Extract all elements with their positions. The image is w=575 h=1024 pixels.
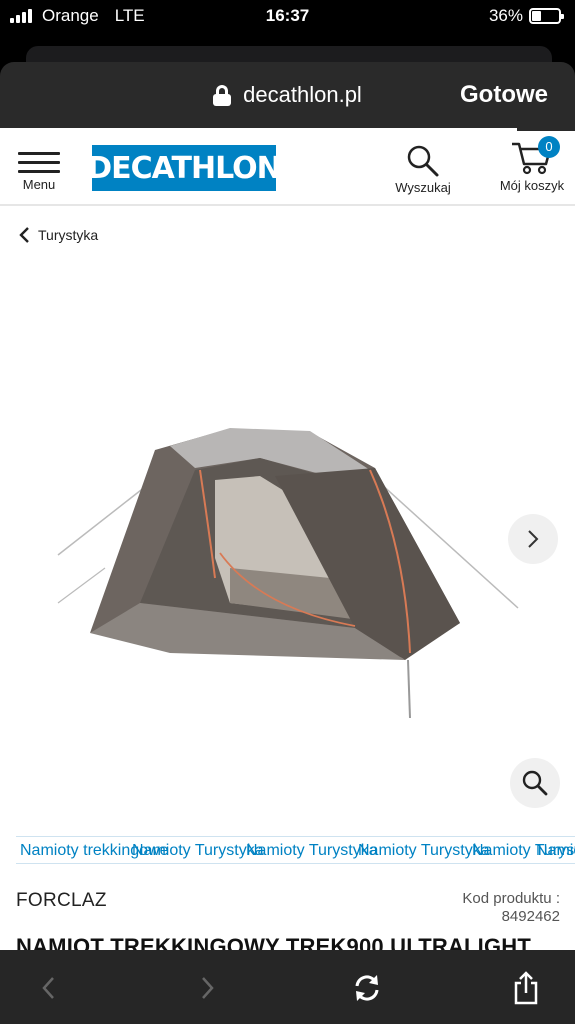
- decathlon-logo[interactable]: DECATHLON: [87, 145, 282, 191]
- thumbnail-strip[interactable]: Namioty trekkingowe Namioty Turystyka Na…: [16, 836, 575, 864]
- next-image-button[interactable]: [508, 514, 558, 564]
- chevron-left-icon: [19, 227, 29, 243]
- reload-button[interactable]: [347, 968, 387, 1008]
- share-icon: [514, 971, 538, 1005]
- chevron-left-icon: [42, 977, 54, 999]
- thumbnail-link[interactable]: Namioty Turystyka: [132, 842, 264, 860]
- browser-bar: decathlon.pl Gotowe: [0, 62, 575, 128]
- forward-button[interactable]: [188, 968, 228, 1008]
- zoom-button[interactable]: [510, 758, 560, 808]
- browser-toolbar: [0, 950, 575, 1024]
- status-right: 36%: [488, 6, 564, 26]
- thumbnail-link[interactable]: Namioty Turystyka: [358, 842, 490, 860]
- web-page: Menu DECATHLON Wyszukaj 0 Mój koszyk Tur…: [0, 128, 575, 950]
- done-button[interactable]: Gotowe: [460, 81, 548, 109]
- battery-percent: 36%: [488, 6, 523, 25]
- product-brand[interactable]: FORCLAZ: [16, 890, 107, 912]
- status-bar: Orange LTE 16:37 36%: [0, 0, 575, 34]
- chevron-right-icon: [202, 977, 214, 999]
- product-image[interactable]: [30, 398, 530, 718]
- reload-icon: [355, 975, 379, 1001]
- cart-count-badge: 0: [538, 136, 560, 158]
- thumbnail-link[interactable]: Namioty Turystyka: [536, 842, 575, 860]
- product-code-value: 8492462: [501, 908, 560, 925]
- search-label: Wyszukaj: [395, 180, 451, 195]
- cart-button[interactable]: 0 Mój koszyk: [494, 136, 570, 193]
- breadcrumb-label: Turystyka: [38, 227, 99, 243]
- site-header: Menu DECATHLON Wyszukaj 0 Mój koszyk: [0, 128, 575, 206]
- search-icon: [407, 145, 439, 177]
- product-title: NAMIOT TREKKINGOWY TREK900 ULTRALIGHT: [16, 934, 532, 950]
- cart-label: Mój koszyk: [499, 178, 565, 193]
- domain-text: decathlon.pl: [243, 82, 362, 107]
- chevron-right-icon: [528, 530, 539, 548]
- product-code-label: Kod produktu :: [462, 890, 560, 907]
- back-button[interactable]: [28, 968, 68, 1008]
- lock-icon: [213, 85, 232, 106]
- menu-button[interactable]: Menu: [18, 152, 60, 192]
- zoom-icon: [522, 770, 548, 796]
- battery-icon: [529, 8, 564, 24]
- share-button[interactable]: [506, 968, 546, 1008]
- search-button[interactable]: Wyszukaj: [390, 144, 456, 195]
- hamburger-icon: [18, 152, 60, 173]
- breadcrumb[interactable]: Turystyka: [18, 226, 98, 244]
- menu-label: Menu: [22, 177, 56, 192]
